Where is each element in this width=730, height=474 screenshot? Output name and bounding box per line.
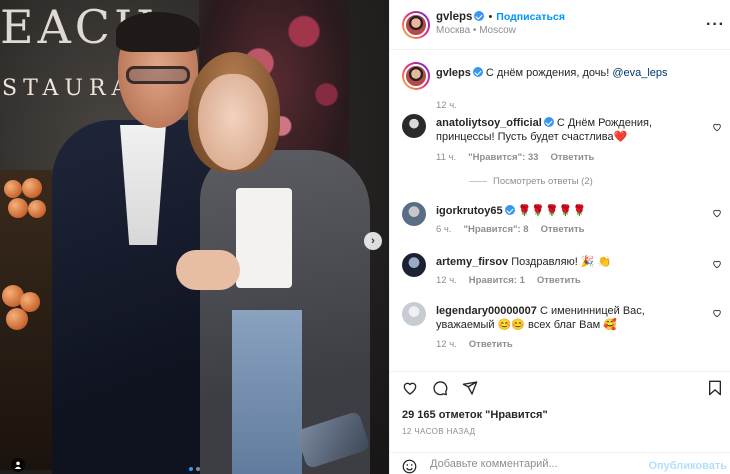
verified-badge-icon [474,11,485,21]
peach [4,180,22,198]
comment-body: igorkrutoy65 🌹🌹🌹🌹🌹 [436,204,706,218]
comment-avatar[interactable] [402,114,426,138]
caption-body: gvleps С днём рождения, дочь! @eva_leps [436,66,706,80]
publish-button[interactable]: Опубликовать [648,460,727,472]
caption-text: С днём рождения, дочь! [485,67,610,79]
linked-arms [176,250,240,290]
comment-likes-count[interactable]: Нравится: 1 [469,275,525,286]
reply-button[interactable]: Ответить [541,224,585,235]
replies-line [469,181,487,182]
next-photo-button[interactable]: › [364,232,382,250]
comment-text: Поздравляю! 🎉 👏 [511,256,612,268]
carousel-dot [189,467,193,471]
tagged-users-button[interactable] [11,458,25,472]
restaurant-sign-lower: STAURA [2,76,134,101]
reply-button[interactable]: Ответить [550,152,594,163]
reply-button[interactable]: Ответить [469,339,513,350]
peach [8,198,28,218]
comment-row: igorkrutoy65 🌹🌹🌹🌹🌹 6 ч. "Нравится": 8 Отве… [402,202,724,242]
comment-likes-count[interactable]: "Нравится": 33 [468,152,538,163]
post-header: gvleps • Подписаться Москва • Moscow ··· [390,0,730,50]
user-icon [14,461,22,469]
likes-count[interactable]: 29 165 отметок "Нравится" [402,409,548,421]
man-hair [116,12,200,52]
comment-likes-count[interactable]: "Нравится": 8 [464,224,529,235]
save-post-button[interactable] [707,380,723,399]
caption-avatar[interactable] [402,62,430,90]
like-comment-icon[interactable] [712,208,722,218]
share-icon[interactable] [462,380,478,396]
comment-username[interactable]: legendary00000007 [436,305,537,317]
sunglasses [126,66,190,84]
comments-section: gvleps С днём рождения, дочь! @eva_leps … [390,50,730,370]
add-comment-bar: Опубликовать [390,452,730,474]
woman-jeans [232,310,302,474]
comment-row: legendary00000007 С именинницей Вас, ува… [402,302,724,352]
comment-body: artemy_firsov Поздравляю! 🎉 👏 [436,255,706,269]
comment-row: artemy_firsov Поздравляю! 🎉 👏 12 ч. Нрави… [402,253,724,293]
view-replies-label: Посмотреть ответы (2) [493,176,593,187]
verified-badge-icon [504,205,515,215]
caption-row: gvleps С днём рождения, дочь! @eva_leps … [402,62,724,111]
follow-button[interactable]: Подписаться [496,11,565,23]
caption-time: 12 ч. [436,100,457,111]
author-username[interactable]: gvleps [436,11,472,23]
post-photo[interactable]: EACH STAURA › [0,0,389,474]
comment-icon[interactable] [432,380,448,396]
more-options-icon[interactable]: ··· [706,16,725,34]
comment-time: 12 ч. [436,275,457,286]
peach [22,178,42,198]
author-avatar[interactable] [402,11,430,39]
reply-button[interactable]: Ответить [537,275,581,286]
comment-username[interactable]: anatoliytsoy_official [436,117,542,129]
comment-row: anatoliytsoy_official С Днём Рождения, п… [402,114,724,174]
verified-badge-icon [472,67,483,77]
post-actions: 29 165 отметок "Нравится" 12 ЧАСОВ НАЗАД… [390,371,730,474]
comment-avatar[interactable] [402,253,426,277]
author-info: gvleps • Подписаться Москва • Moscow [436,11,565,36]
bookmark-icon [709,380,721,396]
separator-dot: • [488,11,493,23]
peach [28,200,46,218]
peach [6,308,28,330]
post-location[interactable]: Москва • Moscow [436,25,565,36]
caption-mention-link[interactable]: @eva_leps [612,67,667,79]
like-comment-icon[interactable] [712,259,722,269]
comment-meta: 12 ч. Нравится: 1 Ответить [436,275,593,286]
woman-top [236,188,292,288]
comment-username[interactable]: artemy_firsov [436,256,508,268]
verified-badge-icon [543,117,554,127]
post-side-panel: gvleps • Подписаться Москва • Moscow ··· g… [389,0,730,474]
comment-meta: 6 ч. "Нравится": 8 Ответить [436,224,597,235]
comment-body: legendary00000007 С именинницей Вас, ува… [436,304,706,332]
action-icons [402,380,478,396]
comment-meta: 12 ч. Ответить [436,339,525,350]
comment-input[interactable] [430,458,650,470]
emoji-icon[interactable] [402,459,417,474]
carousel-dot [196,467,200,471]
post-window: EACH STAURA › gvleps • Подписаться Москв… [0,0,730,474]
woman-face [198,74,268,170]
comment-username[interactable]: igorkrutoy65 [436,205,503,217]
comment-meta: 11 ч. "Нравится": 33 Ответить [436,152,606,163]
like-icon[interactable] [402,380,418,396]
post-timestamp[interactable]: 12 ЧАСОВ НАЗАД [402,427,475,436]
comment-text: 🌹🌹🌹🌹🌹 [517,205,587,217]
comment-body: anatoliytsoy_official С Днём Рождения, п… [436,116,706,144]
like-comment-icon[interactable] [712,308,722,318]
like-comment-icon[interactable] [712,122,722,132]
comment-time: 12 ч. [436,339,457,350]
caption-username[interactable]: gvleps [436,67,471,79]
comment-avatar[interactable] [402,302,426,326]
caption-meta: 12 ч. [436,100,469,111]
comment-avatar[interactable] [402,202,426,226]
comment-time: 11 ч. [436,152,457,163]
view-replies-button[interactable]: Посмотреть ответы (2) [469,176,593,187]
carousel-dots [189,467,200,471]
comment-time: 6 ч. [436,224,452,235]
